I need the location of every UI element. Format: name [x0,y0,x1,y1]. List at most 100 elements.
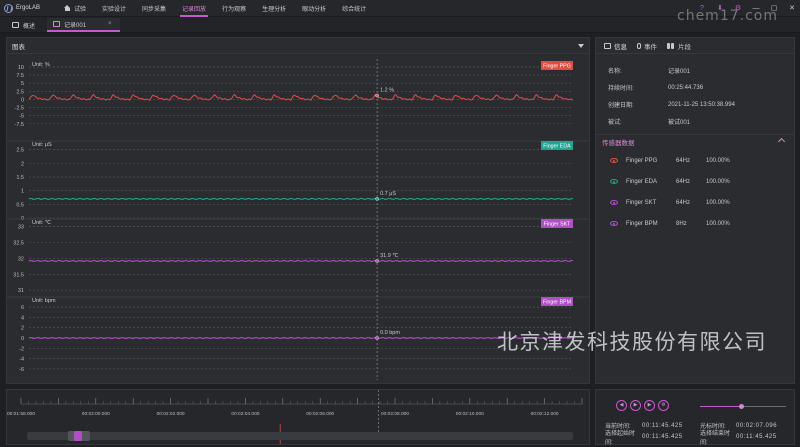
unit-label: Unit: bpm [32,298,56,304]
unit-label: Unit: % [32,62,50,68]
menu-item-0[interactable]: 试验 [56,0,94,17]
menu-item-2[interactable]: 同步采集 [134,0,174,17]
timeline-ruler[interactable]: 00:01:58.000 00:02:00.000 00:02:02.000 00:0… [7,390,589,444]
sensor-percent: 100.00% [706,220,730,227]
signal-line-3 [28,336,574,340]
cursor-value-label: 0.7 μS [380,191,396,197]
timeline-tick-label: 00:02:08.000 [381,411,409,417]
sensor-name: Finger SKT [626,199,657,206]
chart-panel-title: 图表 [12,43,25,51]
sensor-percent: 100.00% [706,178,730,185]
time-readouts: 当前时间: 00:11:45.425 光标时间: 00:02:07.096 选择… [605,420,791,446]
timeline-tick-label: 00:02:10.000 [456,411,484,417]
menu-item-label: 同步采集 [142,6,167,13]
timeline-scrollbar [27,432,573,440]
menu-item-label: 实验设计 [102,6,127,13]
y-tick-label: -7.5 [15,122,24,128]
series-legend-label: Finger SKT [544,222,572,228]
rewind-button[interactable]: ◀ [616,400,627,411]
selection-end-label: 选择结束时间: [700,430,731,446]
y-tick-label: -6 [19,367,24,373]
series-legend-label: Finger EDA [543,144,571,150]
chart-strip-1[interactable]: 2.521.510.50Unit: μSFinger EDA0.7 μS [7,140,589,222]
watermark-company: 北京津发科技股份有限公司 [497,330,767,354]
sensor-percent: 100.00% [706,199,730,206]
y-tick-label: 6 [21,305,24,311]
info-value: 2021-11-25 13:50:38.994 [668,101,735,108]
menu-item-4[interactable]: 行为观察 [214,0,254,17]
menu-item-5[interactable]: 生理分析 [254,0,294,17]
tab-record-001[interactable]: 记录001 × [47,18,120,32]
y-tick-label: 32.5 [13,241,24,247]
record-info: 名称: 记录001 持续时间: 00:25:44.736 创建日期: 2021-11-25… [596,54,794,130]
tab-info[interactable]: 信息 [599,38,632,54]
tab-segments-label: 片段 [678,43,691,51]
cursor-value-label: 1.2 % [380,88,394,94]
y-tick-label: 32 [18,256,24,262]
menu-item-label: 综合统计 [342,6,367,13]
info-value: 被试001 [668,120,691,126]
timeline-scroll-thumb [73,431,82,441]
sensor-rate: 8Hz [676,220,687,227]
info-row: 名称: 记录001 [608,62,794,79]
watermark-site: chem17.com [677,8,778,24]
menu-item-1[interactable]: 实验设计 [94,0,134,17]
playback-settings-button[interactable]: ⚙ [658,400,669,411]
sensor-row: Finger PPG 64Hz 100.00% [596,150,794,171]
mic-icon [637,42,641,49]
speed-slider-knob[interactable] [738,404,744,409]
app-logo-text: ErgoLAB [16,5,41,11]
overview-icon [12,22,19,28]
speed-slider-fill [700,406,742,407]
info-tabs: 信息 事件 片段 [596,38,794,54]
play-button[interactable]: ▶ [630,400,641,411]
sensor-percent: 100.00% [706,157,730,164]
eye-icon[interactable] [610,158,618,163]
sensor-name: Finger EDA [626,178,658,185]
tab-events[interactable]: 事件 [632,38,662,54]
close-icon[interactable]: ✕ [788,5,796,13]
cursor-value-label: 31.9 ℃ [380,253,399,259]
playback-panel: ◀ ▶ ▶ ⚙ 当前时间: 00:11:45.425 光标时间: 00:02:07.0… [595,389,795,446]
menu-item-label: 试验 [74,6,87,13]
y-tick-label: 0 [21,97,24,103]
chart-strip-2[interactable]: 33 32.5 32 31.5 31 Unit: ℃ Finger SKT 31.9 ℃ [7,218,589,294]
home-icon [64,5,71,11]
menu-item-6[interactable]: 眼动分析 [294,0,334,17]
record-icon [53,21,61,27]
playback-speed-slider[interactable] [700,404,786,409]
y-tick-label: -2 [19,346,24,352]
tab-overview-label: 概述 [23,23,36,30]
timeline-tick-label: 00:02:12.000 [531,411,559,417]
current-time-value: 00:11:45.425 [642,422,683,429]
segment-icon [667,42,675,49]
step-forward-button[interactable]: ▶ [644,400,655,411]
eye-icon[interactable] [610,200,618,205]
menu-item-7[interactable]: 综合统计 [334,0,374,17]
sensor-data-header[interactable]: 传感器数据 [596,134,794,148]
y-tick-label: 10 [18,65,24,71]
menu-item-label: 记录回放 [182,6,207,13]
tab-segments[interactable]: 片段 [662,38,696,54]
tab-overview[interactable]: 概述 [6,18,41,32]
series-legend-label: Finger PPG [543,64,571,70]
app-logo: ErgoLAB [4,3,56,13]
eye-icon[interactable] [610,179,618,184]
selection-end-value: 00:11:45.425 [736,433,777,440]
menu-item-3[interactable]: 记录回放 [174,0,214,17]
close-tab-icon[interactable]: × [108,21,112,27]
info-key: 被试: [608,120,622,126]
chart-strip-0[interactable]: 10 7.5 5 2.5 0 -2.5 -5 -7.5 Unit: % Finger PPG 1.2… [15,61,574,128]
sensor-rate: 64Hz [676,157,691,164]
cursor-time-value: 00:02:07.096 [736,422,778,429]
sensor-rate: 64Hz [676,199,691,206]
timeline-tick-label: 00:02:06.000 [306,411,334,417]
sensor-row: Finger SKT 64Hz 100.00% [596,192,794,213]
chevron-down-icon[interactable] [578,44,584,48]
timeline-panel: 00:01:58.000 00:02:00.000 00:02:02.000 00:0… [6,389,590,445]
tab-info-label: 信息 [614,43,627,51]
y-tick-label: 1.5 [16,175,24,181]
info-icon [604,42,611,49]
chevron-up-icon[interactable] [777,137,786,146]
eye-icon[interactable] [610,221,618,226]
